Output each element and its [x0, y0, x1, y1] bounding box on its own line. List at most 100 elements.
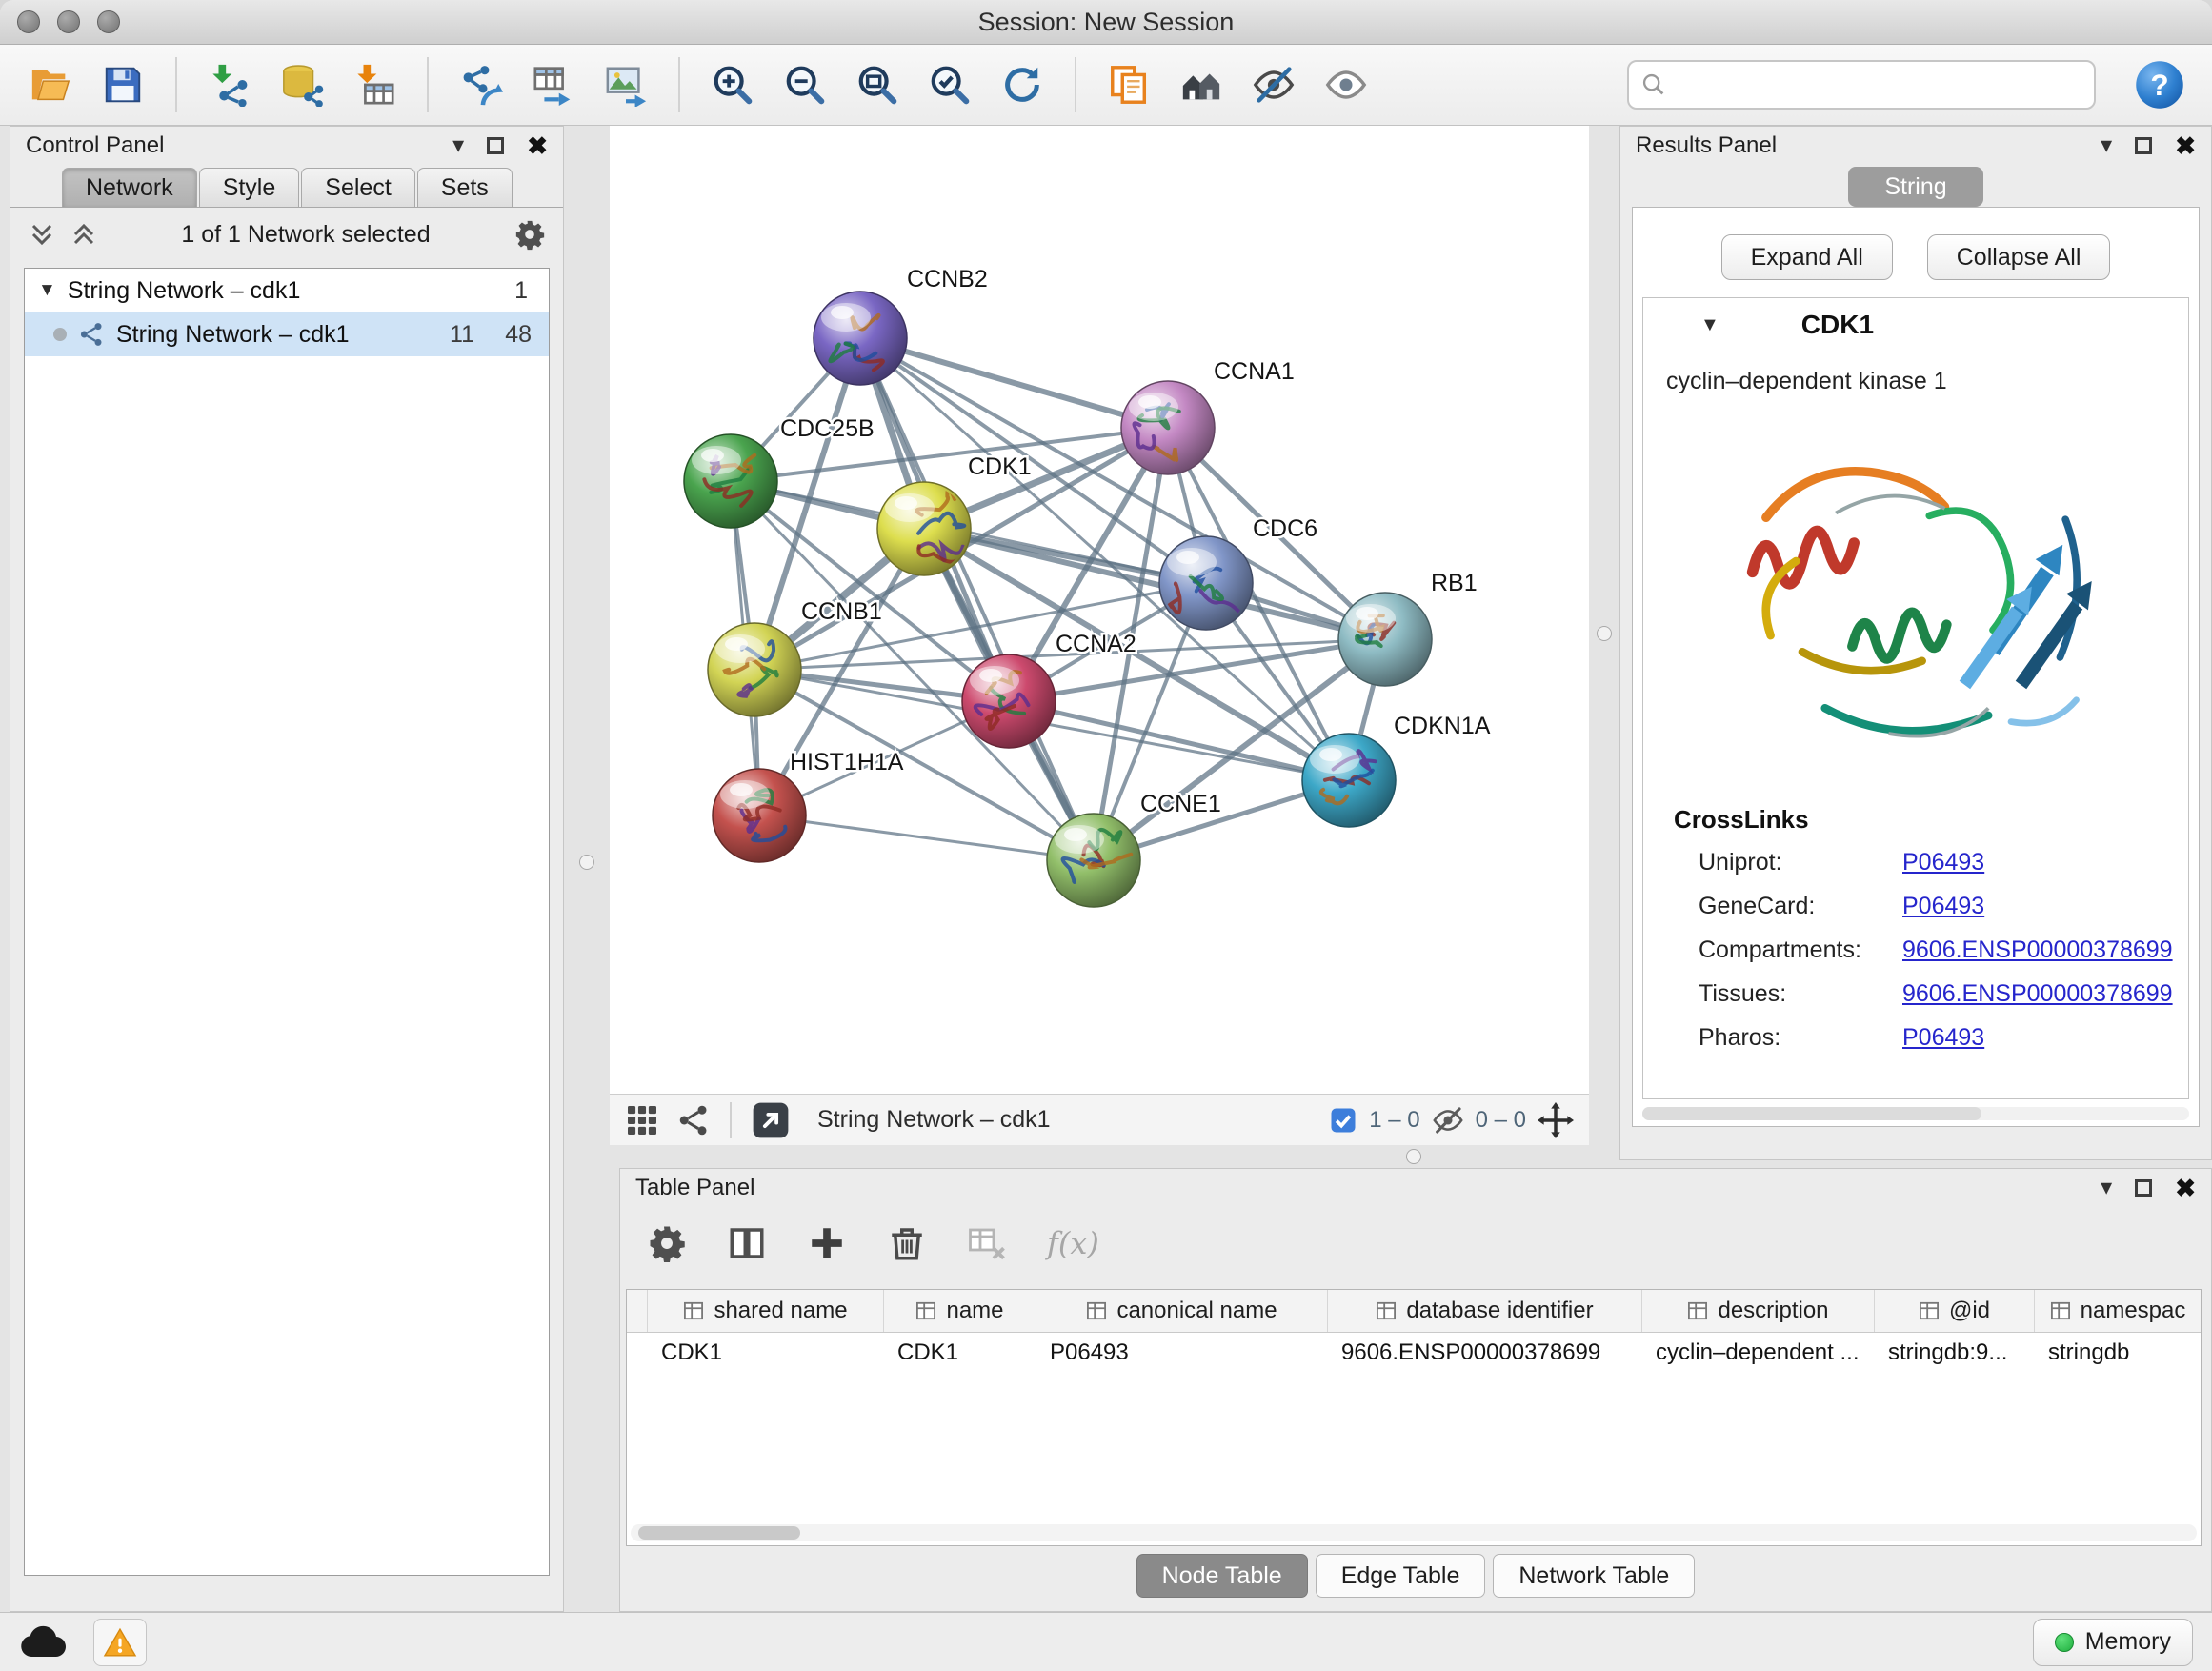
tab-sets[interactable]: Sets: [417, 168, 513, 207]
column-header-name[interactable]: name: [884, 1290, 1036, 1332]
refresh-layout-button[interactable]: [993, 54, 1052, 115]
panel-close-icon[interactable]: ✖: [527, 133, 548, 158]
column-header-id[interactable]: @id: [1875, 1290, 2035, 1332]
table-row[interactable]: CDK1 CDK1 P06493 9606.ENSP00000378699 cy…: [627, 1333, 2201, 1373]
grid-icon[interactable]: [625, 1103, 659, 1137]
network-collection-row[interactable]: ▼ String Network – cdk1 1: [25, 269, 549, 312]
documents-button[interactable]: [1099, 54, 1158, 115]
tab-select[interactable]: Select: [301, 168, 414, 207]
collapse-all-icon[interactable]: [28, 220, 56, 249]
window-close-button[interactable]: [17, 10, 40, 33]
export-image-button[interactable]: [596, 54, 655, 115]
protein-section-header[interactable]: ▼ CDK1: [1643, 298, 2188, 352]
export-table-button[interactable]: [524, 54, 583, 115]
warning-button[interactable]: [93, 1619, 147, 1666]
column-header-shared-name[interactable]: shared name: [648, 1290, 884, 1332]
panel-menu-caret-icon[interactable]: ▾: [2101, 134, 2112, 157]
hide-annotations-button[interactable]: [1244, 54, 1303, 115]
left-splitter-handle[interactable]: [579, 855, 594, 870]
cell-description[interactable]: cyclin–dependent ...: [1642, 1339, 1875, 1366]
panel-close-icon[interactable]: ✖: [2175, 1176, 2196, 1200]
search-input[interactable]: [1675, 70, 2082, 99]
gear-icon[interactable]: [513, 218, 546, 251]
window-minimize-button[interactable]: [57, 10, 80, 33]
show-details-button[interactable]: [1317, 54, 1376, 115]
cell-shared-name[interactable]: CDK1: [648, 1339, 884, 1366]
window-zoom-button[interactable]: [97, 10, 120, 33]
add-column-icon[interactable]: [807, 1223, 847, 1263]
tab-node-table[interactable]: Node Table: [1136, 1554, 1308, 1598]
zoom-out-button[interactable]: [775, 54, 835, 115]
collapse-all-button[interactable]: Collapse All: [1927, 234, 2111, 280]
panel-float-icon[interactable]: [2135, 137, 2152, 154]
results-scrollbar[interactable]: [1642, 1107, 2189, 1120]
tab-style[interactable]: Style: [199, 168, 300, 207]
save-session-button[interactable]: [93, 54, 152, 115]
import-network-button[interactable]: [200, 54, 259, 115]
open-session-button[interactable]: [21, 54, 80, 115]
move-crosshair-icon[interactable]: [1538, 1102, 1574, 1138]
network-node[interactable]: [1338, 593, 1432, 686]
zoom-in-button[interactable]: [703, 54, 762, 115]
bottom-splitter-handle[interactable]: [1406, 1149, 1421, 1164]
tab-string[interactable]: String: [1848, 167, 1983, 207]
section-disclosure-icon[interactable]: ▼: [1700, 314, 1719, 336]
zoom-fit-button[interactable]: [848, 54, 907, 115]
search-box[interactable]: [1627, 60, 2096, 110]
network-node[interactable]: [814, 292, 907, 385]
network-node[interactable]: [1121, 381, 1215, 474]
network-node[interactable]: [684, 434, 777, 528]
network-node[interactable]: [962, 654, 1056, 748]
crosslink-link[interactable]: 9606.ENSP00000378699: [1902, 980, 2173, 1008]
import-database-button[interactable]: [272, 54, 332, 115]
scrollbar-thumb[interactable]: [638, 1526, 800, 1540]
network-node[interactable]: [1159, 536, 1253, 630]
network-edge[interactable]: [759, 815, 1094, 860]
cell-namespace[interactable]: stringdb: [2035, 1339, 2201, 1366]
column-header-namespace[interactable]: namespac: [2035, 1290, 2201, 1332]
panel-float-icon[interactable]: [487, 137, 504, 154]
expand-all-icon[interactable]: [70, 220, 98, 249]
network-canvas[interactable]: CCNB2CCNA1CDC25BCDK1CDC6RB1CCNB1CCNA2CDK…: [610, 126, 1589, 1094]
network-node[interactable]: [708, 623, 801, 716]
cell-id[interactable]: stringdb:9...: [1875, 1339, 2035, 1366]
network-graph[interactable]: CCNB2CCNA1CDC25BCDK1CDC6RB1CCNB1CCNA2CDK…: [610, 126, 1589, 1094]
tab-network-table[interactable]: Network Table: [1493, 1554, 1695, 1598]
selected-checkbox-icon[interactable]: [1329, 1106, 1357, 1135]
hidden-eye-slash-icon[interactable]: [1432, 1104, 1464, 1137]
table-settings-gear-icon[interactable]: [647, 1223, 687, 1263]
cell-database-identifier[interactable]: 9606.ENSP00000378699: [1328, 1339, 1642, 1366]
crosslink-link[interactable]: P06493: [1902, 1024, 1984, 1052]
expand-all-button[interactable]: Expand All: [1721, 234, 1893, 280]
network-node[interactable]: [713, 769, 806, 862]
memory-button[interactable]: Memory: [2033, 1619, 2193, 1666]
column-header-database-identifier[interactable]: database identifier: [1328, 1290, 1642, 1332]
panel-menu-caret-icon[interactable]: ▾: [452, 134, 464, 157]
tab-network[interactable]: Network: [62, 168, 197, 207]
network-edge[interactable]: [860, 338, 1168, 428]
right-splitter-handle[interactable]: [1597, 626, 1612, 641]
column-header-description[interactable]: description: [1642, 1290, 1875, 1332]
disclosure-triangle-icon[interactable]: ▼: [38, 280, 56, 301]
network-node[interactable]: [1302, 734, 1396, 827]
open-in-window-icon[interactable]: [751, 1100, 791, 1140]
crosslink-link[interactable]: P06493: [1902, 849, 1984, 876]
import-table-button[interactable]: [345, 54, 404, 115]
network-row[interactable]: String Network – cdk1 11 48: [25, 312, 549, 356]
cell-canonical-name[interactable]: P06493: [1036, 1339, 1328, 1366]
home-button[interactable]: [1172, 54, 1231, 115]
network-view-icon[interactable]: [676, 1103, 711, 1137]
column-header-canonical-name[interactable]: canonical name: [1036, 1290, 1328, 1332]
export-network-button[interactable]: [452, 54, 511, 115]
crosslink-link[interactable]: 9606.ENSP00000378699: [1902, 936, 2173, 964]
table-horizontal-scrollbar[interactable]: [631, 1524, 2197, 1541]
panel-menu-caret-icon[interactable]: ▾: [2101, 1177, 2112, 1199]
crosslink-link[interactable]: P06493: [1902, 893, 1984, 920]
panel-float-icon[interactable]: [2135, 1179, 2152, 1197]
show-columns-icon[interactable]: [727, 1223, 767, 1263]
network-node[interactable]: [1047, 814, 1140, 907]
network-edge[interactable]: [860, 338, 1094, 860]
delete-icon[interactable]: [887, 1223, 927, 1263]
zoom-selected-button[interactable]: [920, 54, 979, 115]
cell-name[interactable]: CDK1: [884, 1339, 1036, 1366]
